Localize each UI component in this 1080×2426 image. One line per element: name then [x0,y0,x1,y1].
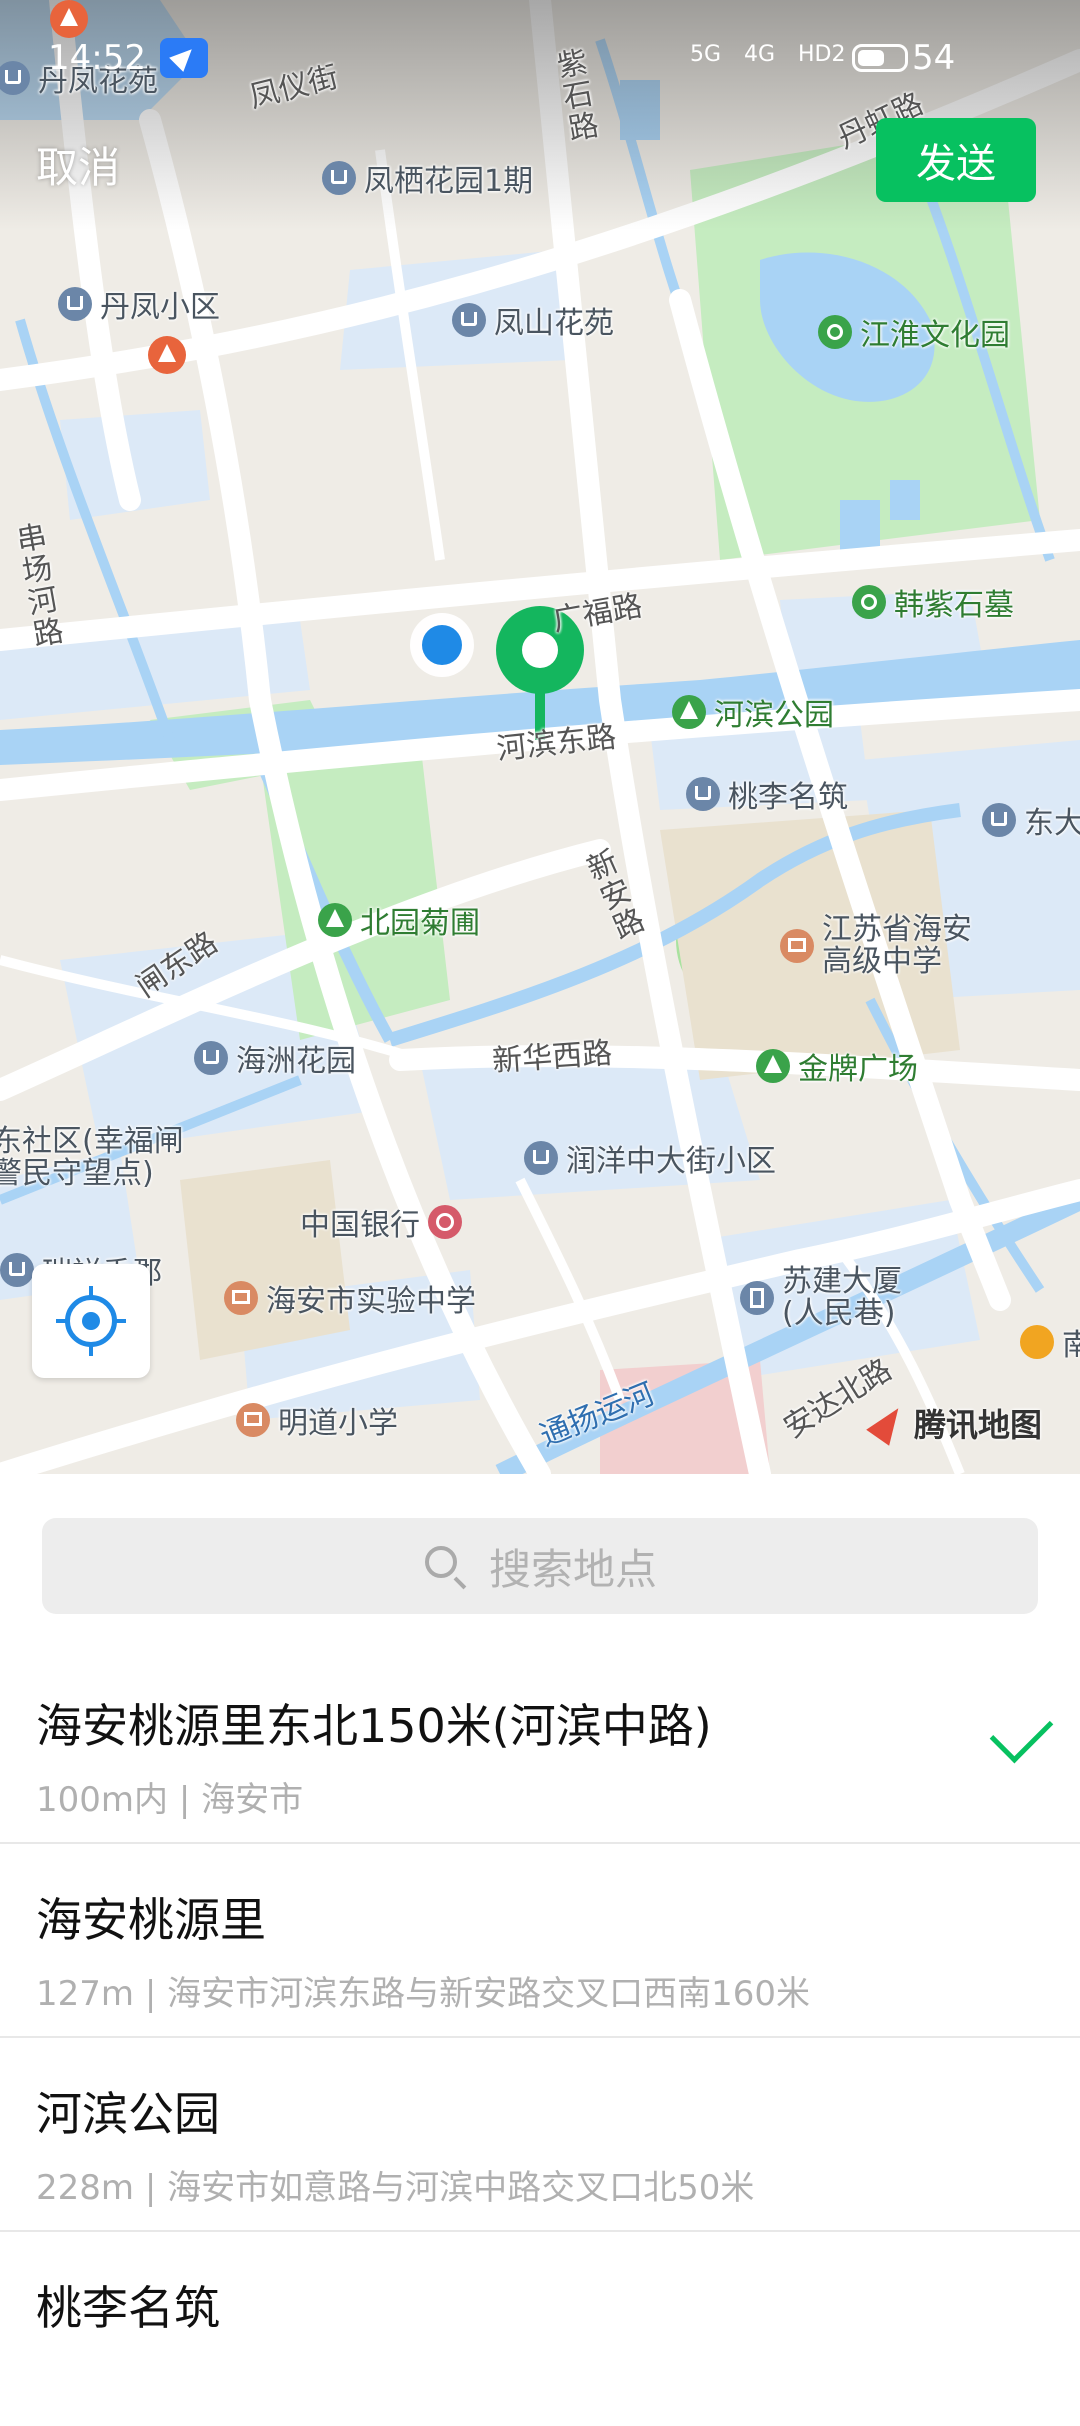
poi-dongda[interactable]: 东大 [982,798,1080,842]
signal-5g-icon: 5G [690,42,722,67]
school-icon [224,1281,258,1315]
tree-icon [756,1049,790,1083]
poi-experimental-school[interactable]: 海安市实验中学 [224,1276,476,1320]
shop-icon [1020,1325,1054,1359]
navigation-arrow-icon [160,38,208,78]
poi-bank-of-china[interactable]: 中国银行 [300,1200,462,1244]
school-icon [780,929,814,963]
search-icon [423,1544,467,1588]
signal-4g-icon: 4G [744,42,776,67]
location-panel: 搜索地点 海安桃源里东北150米(河滨中路) 100m内 | 海安市 海安桃源里… [0,1474,1080,2340]
hd-icon: HD2 [798,42,846,67]
cancel-button[interactable]: 取消 [36,134,120,195]
poi-dongshequ[interactable]: 东社区(幸福闸 警民守望点) [0,1126,184,1190]
locate-tick [89,1344,93,1356]
result-item[interactable]: 河滨公园 228m | 海安市如意路与河滨中路交叉口北50米 [0,2038,1080,2232]
poi-mingdao-school[interactable]: 明道小学 [236,1398,398,1442]
house-icon [194,1041,228,1075]
poi-runyang-community[interactable]: 润洋中大街小区 [524,1136,776,1180]
locate-tick [56,1319,68,1323]
result-subtitle: 100m内 | 海安市 [36,1780,304,1820]
result-item[interactable]: 海安桃源里东北150米(河滨中路) 100m内 | 海安市 [0,1650,1080,1844]
locate-me-button[interactable] [32,1264,150,1378]
search-input[interactable]: 搜索地点 [42,1518,1038,1614]
map-view[interactable]: 丹凤花苑 凤栖花园1期 丹凤小区 凤山花苑 江淮文化园 韩紫石墓 河滨公园 桃李… [0,0,1080,1474]
house-icon [58,287,92,321]
poi-haian-high-school[interactable]: 江苏省海安 高级中学 [780,914,972,978]
poi-hanzishi-tomb[interactable]: 韩紫石墓 [852,580,1014,624]
camera-icon [852,585,886,619]
search-placeholder: 搜索地点 [488,1544,657,1594]
poi-fengshan-garden[interactable]: 凤山花苑 [452,298,614,342]
battery-icon [852,44,908,72]
construction-icon [148,336,186,374]
house-icon [524,1141,558,1175]
result-item[interactable]: 海安桃源里 127m | 海安市河滨东路与新安路交叉口西南160米 [0,1844,1080,2038]
send-button[interactable]: 发送 [876,118,1036,202]
compass-icon [868,1403,908,1443]
poi-jianghuai-park[interactable]: 江淮文化园 [818,310,1010,354]
battery-level: 54 [912,38,956,78]
status-bar: 14:52 5G 4G HD2 54 [0,0,1080,110]
locate-icon [65,1295,117,1347]
result-subtitle: 127m | 海安市河滨东路与新安路交叉口西南160米 [36,1974,810,2014]
result-title: 桃李名筑 [36,2281,220,2335]
result-subtitle: 228m | 海安市如意路与河滨中路交叉口北50米 [36,2168,755,2208]
poi-nan[interactable]: 南 [1020,1320,1080,1364]
house-icon [322,161,356,195]
house-icon [452,303,486,337]
poi-sujian-building[interactable]: 苏建大厦 (人民巷) [740,1266,902,1330]
poi-hebin-park[interactable]: 河滨公园 [672,690,834,734]
result-title: 河滨公园 [36,2087,220,2141]
office-icon [740,1281,774,1315]
tree-icon [672,695,706,729]
result-title: 海安桃源里东北150米(河滨中路) [36,1699,712,1753]
checkmark-icon [989,1699,1054,1764]
poi-beiyuan-juyuan[interactable]: 北园菊圃 [318,898,480,942]
poi-taoli-mingzhu[interactable]: 桃李名筑 [686,772,848,816]
poi-danfeng-community[interactable]: 丹凤小区 [58,282,220,326]
tencent-map-logo: 腾讯地图 [868,1400,1042,1446]
house-icon [686,777,720,811]
result-title: 海安桃源里 [36,1893,266,1947]
tree-icon [318,903,352,937]
camera-icon [818,315,852,349]
house-icon [982,803,1016,837]
house-icon [0,1253,34,1287]
locate-tick [114,1319,126,1323]
poi-jinpai-square[interactable]: 金牌广场 [756,1044,918,1088]
road-label: 新华西路 [491,1035,614,1080]
poi-haizhou-garden[interactable]: 海洲花园 [194,1036,356,1080]
locate-tick [89,1286,93,1298]
result-item[interactable]: 桃李名筑 [0,2232,1080,2426]
status-time: 14:52 [48,38,146,78]
bank-icon [428,1205,462,1239]
poi-fengqi-garden[interactable]: 凤栖花园1期 [322,156,533,200]
school-icon [236,1403,270,1437]
